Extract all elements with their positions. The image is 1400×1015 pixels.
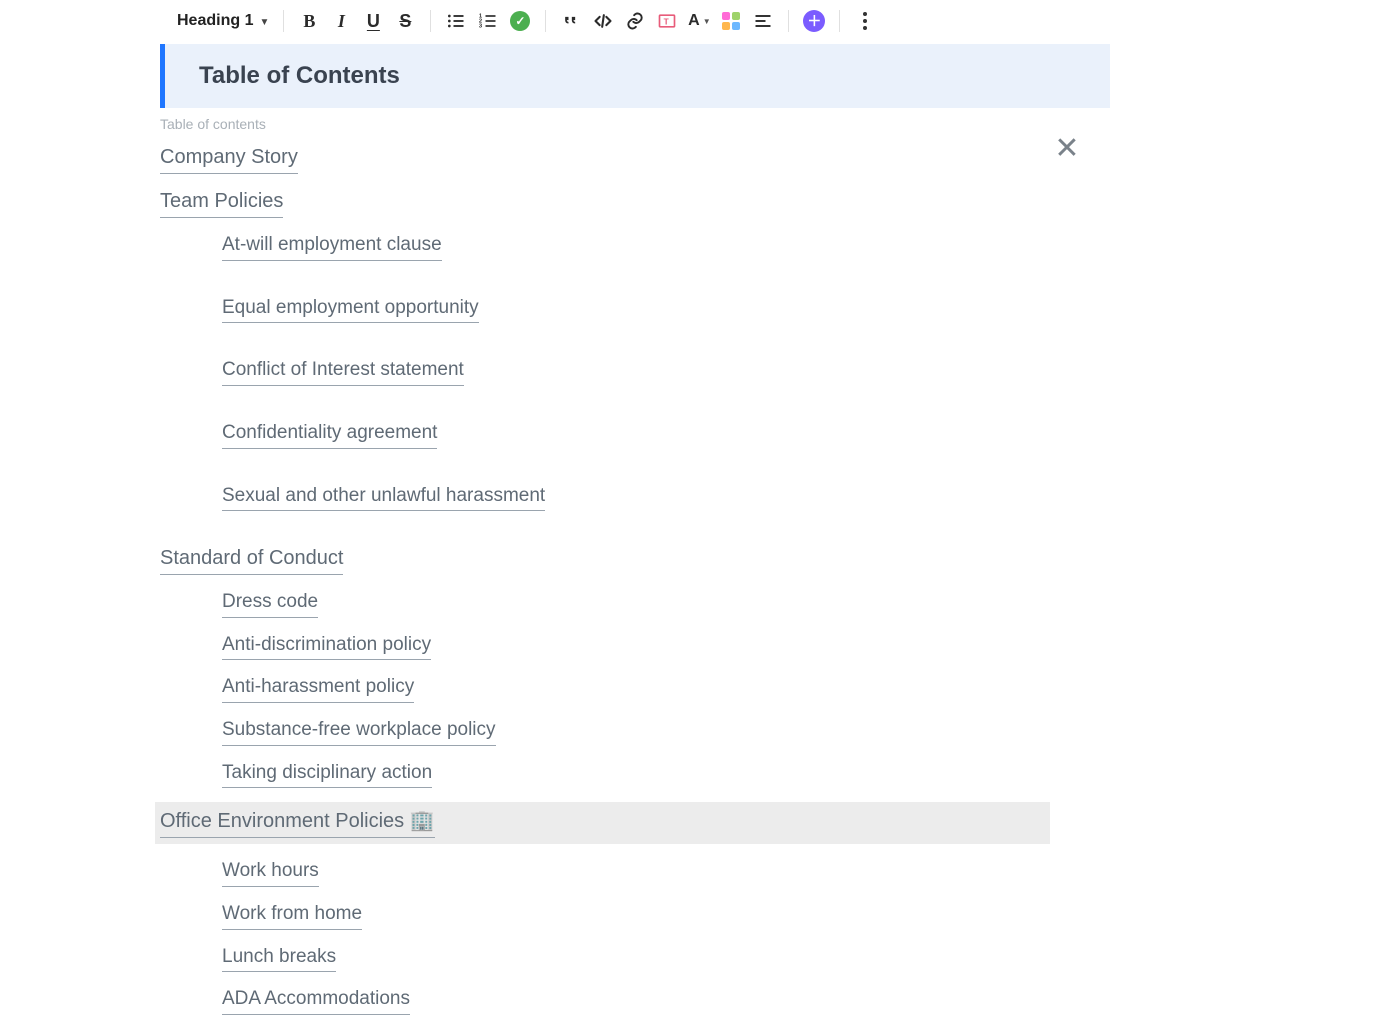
banner-icon: T <box>657 11 677 31</box>
toc-row: Equal employment opportunity <box>222 295 1110 324</box>
italic-icon: I <box>338 11 345 32</box>
link-button[interactable] <box>622 8 648 34</box>
underline-button[interactable]: U <box>360 8 386 34</box>
bold-icon: B <box>303 11 315 32</box>
toc-link[interactable]: Sexual and other unlawful harassment <box>222 483 545 512</box>
align-left-icon <box>753 11 773 31</box>
toc-row: Conflict of Interest statement <box>222 357 1110 386</box>
link-icon <box>625 11 645 31</box>
toc-row: Work hours <box>222 858 1110 887</box>
strikethrough-button[interactable]: S <box>392 8 418 34</box>
close-icon: ✕ <box>1054 132 1079 165</box>
svg-text:3: 3 <box>479 24 483 30</box>
toc-row: Dress code <box>222 589 1110 618</box>
highlight-color-button[interactable] <box>718 8 744 34</box>
bullet-list-button[interactable] <box>443 8 469 34</box>
caret-down-icon: ▼ <box>259 17 269 28</box>
toc-link[interactable]: Anti-discrimination policy <box>222 632 431 661</box>
toc-row: ADA Accommodations <box>222 986 1110 1015</box>
toc-row: Team Policies <box>160 188 1110 218</box>
toc-row: Company Story <box>160 144 1110 174</box>
toc-row: Taking disciplinary action <box>222 760 1110 789</box>
toolbar-separator <box>788 10 789 32</box>
toc-row: Anti-harassment policy <box>222 674 1110 703</box>
toc-link[interactable]: Confidentiality agreement <box>222 420 437 449</box>
quote-button[interactable] <box>558 8 584 34</box>
toc-link[interactable]: Dress code <box>222 589 318 618</box>
toc-block-label: Table of contents <box>160 116 1110 132</box>
more-button[interactable] <box>852 8 878 34</box>
check-circle-icon: ✓ <box>510 11 530 31</box>
toc-link[interactable]: Lunch breaks <box>222 944 336 973</box>
toc-row: Sexual and other unlawful harassment <box>222 483 1110 512</box>
checklist-button[interactable]: ✓ <box>507 8 533 34</box>
toc-row: Anti-discrimination policy <box>222 632 1110 661</box>
toc-row: Work from home <box>222 901 1110 930</box>
text-color-icon: A▼ <box>688 12 710 30</box>
toc-link[interactable]: Standard of Conduct <box>160 545 343 575</box>
text-style-label: Heading 1 <box>177 12 253 30</box>
code-icon <box>593 11 613 31</box>
code-button[interactable] <box>590 8 616 34</box>
text-color-button[interactable]: A▼ <box>686 8 712 34</box>
toc-link[interactable]: Work from home <box>222 901 362 930</box>
toc-link[interactable]: Taking disciplinary action <box>222 760 432 789</box>
toc-link[interactable]: Company Story <box>160 144 298 174</box>
numbered-list-button[interactable]: 1 2 3 <box>475 8 501 34</box>
banner-button[interactable]: T <box>654 8 680 34</box>
align-button[interactable] <box>750 8 776 34</box>
bold-button[interactable]: B <box>296 8 322 34</box>
underline-icon: U <box>367 11 380 32</box>
text-style-select[interactable]: Heading 1 ▼ <box>175 12 271 30</box>
toc-link[interactable]: At-will employment clause <box>222 232 442 261</box>
toc-row: Office Environment Policies 🏢 <box>155 802 1050 844</box>
toc-link[interactable]: ADA Accommodations <box>222 986 410 1015</box>
toc-block: Table of contents ✕ Company Story Team Po… <box>160 116 1110 1015</box>
svg-text:T: T <box>664 16 669 26</box>
italic-button[interactable]: I <box>328 8 354 34</box>
toc-link[interactable]: Equal employment opportunity <box>222 295 479 324</box>
toc-link[interactable]: Conflict of Interest statement <box>222 357 464 386</box>
toc-link[interactable]: Anti-harassment policy <box>222 674 414 703</box>
editor-toolbar: Heading 1 ▼ B I U S 1 2 3 ✓ <box>0 0 1400 44</box>
toc-link[interactable]: Substance-free workplace policy <box>222 717 496 746</box>
highlight-color-icon <box>722 12 740 30</box>
toc-row: At-will employment clause <box>222 232 1110 261</box>
toc-row: Lunch breaks <box>222 944 1110 973</box>
numbered-list-icon: 1 2 3 <box>478 11 498 31</box>
strikethrough-icon: S <box>399 11 411 32</box>
insert-button[interactable]: ＋ <box>801 8 827 34</box>
toc-link[interactable]: Team Policies <box>160 188 283 218</box>
toc-row: Confidentiality agreement <box>222 420 1110 449</box>
more-vertical-icon <box>863 12 867 30</box>
plus-circle-icon: ＋ <box>803 10 825 32</box>
toc-link[interactable]: Work hours <box>222 858 319 887</box>
toc-row: Substance-free workplace policy <box>222 717 1110 746</box>
toc-row: Standard of Conduct <box>160 545 1110 575</box>
banner-heading-text[interactable]: Table of Contents <box>199 62 1076 90</box>
toolbar-separator <box>430 10 431 32</box>
toolbar-separator <box>545 10 546 32</box>
close-button[interactable]: ✕ <box>1052 134 1082 164</box>
toolbar-separator <box>283 10 284 32</box>
bullet-list-icon <box>446 11 466 31</box>
toolbar-separator <box>839 10 840 32</box>
quote-icon <box>561 11 581 31</box>
toc-list: Company Story Team Policies At-will employ… <box>160 144 1110 1015</box>
heading-banner: Table of Contents <box>160 44 1110 108</box>
toc-link[interactable]: Office Environment Policies 🏢 <box>160 808 435 838</box>
